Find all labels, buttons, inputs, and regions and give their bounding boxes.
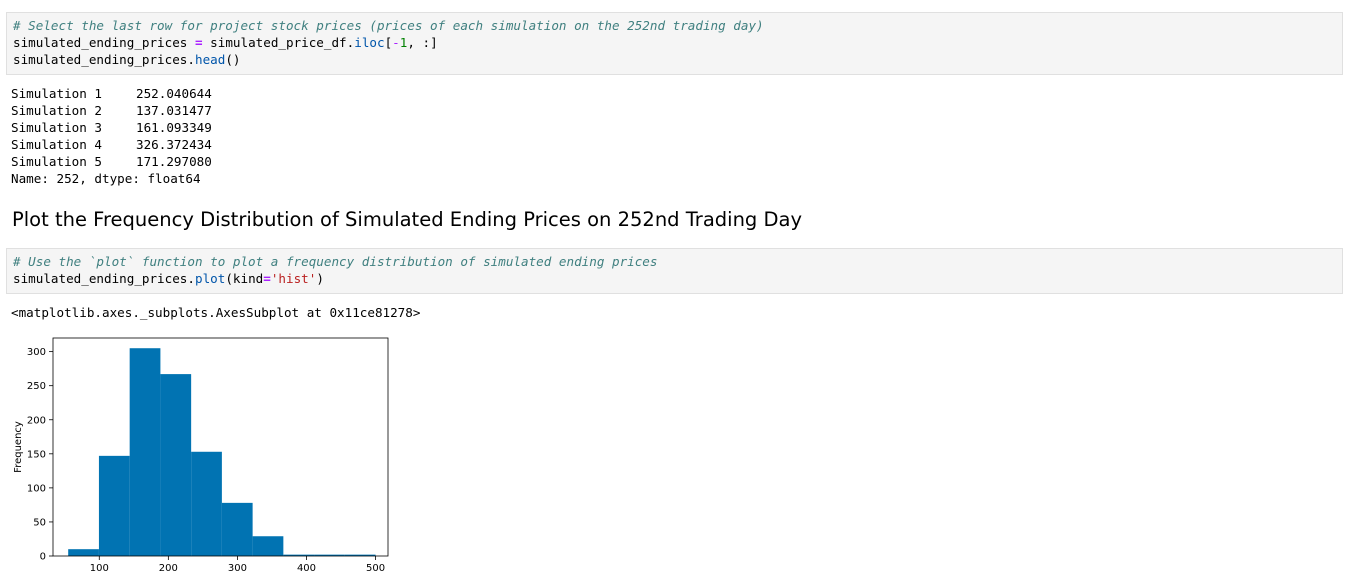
- code-line-assign: simulated_ending_prices = simulated_pric…: [13, 34, 1337, 51]
- series-row-label: Simulation 2: [11, 103, 102, 118]
- code-attribute: iloc: [354, 35, 385, 50]
- series-footer: Name: 252, dtype: float64: [11, 171, 201, 186]
- histogram-bar: [160, 374, 192, 556]
- histogram-bar: [129, 348, 161, 556]
- series-row-label: Simulation 3: [11, 120, 102, 135]
- x-tick-label: 200: [159, 563, 178, 574]
- code-token: simulated_price_df.: [202, 35, 355, 50]
- code-line-head: simulated_ending_prices.head(): [13, 51, 1337, 68]
- series-row-value: 252.040644: [136, 86, 212, 101]
- code-operator: =: [263, 271, 271, 286]
- series-row: Simulation 5 171.297080: [11, 153, 212, 170]
- series-row-value: 161.093349: [136, 120, 212, 135]
- series-row: Simulation 3 161.093349: [11, 119, 212, 136]
- code-token: ): [316, 271, 324, 286]
- cell-output-series: Simulation 1 252.040644 Simulation 2 137.03…: [11, 85, 212, 187]
- code-function: head: [194, 52, 226, 67]
- code-comment: # Use the `plot` function to plot a freq…: [13, 254, 658, 269]
- y-tick-label: 150: [27, 449, 46, 460]
- histogram-chart: 100 200 300 400 500 0 50 100 150 200 250 300 Frequen…: [6, 330, 401, 580]
- y-tick-label: 100: [27, 483, 46, 494]
- y-tick-label: 0: [40, 552, 46, 563]
- code-string: 'hist': [270, 271, 317, 286]
- code-token: simulated_ending_prices: [13, 35, 195, 50]
- code-token: simulated_ending_prices.: [13, 52, 195, 67]
- y-tick-label: 250: [27, 381, 46, 392]
- histogram-bar: [252, 536, 284, 556]
- histogram-svg: 100 200 300 400 500 0 50 100 150 200 250 300 Frequen…: [13, 337, 389, 574]
- series-row-label: Simulation 1: [11, 86, 102, 101]
- y-tick-label: 300: [27, 347, 46, 358]
- series-row-label: Simulation 4: [11, 137, 102, 152]
- x-tick-label: 500: [366, 563, 385, 574]
- code-token: , :]: [407, 35, 438, 50]
- series-row-value: 137.031477: [136, 103, 212, 118]
- series-row: Simulation 4 326.372434: [11, 136, 212, 153]
- code-comment: # Select the last row for project stock …: [13, 18, 764, 33]
- x-tick-label: 100: [90, 563, 109, 574]
- code-cell-select-last-row[interactable]: # Select the last row for project stock …: [6, 12, 1343, 75]
- histogram-bar: [98, 455, 130, 556]
- code-token: (): [225, 52, 241, 67]
- histogram-bar: [221, 502, 253, 556]
- y-tick-label: 200: [27, 415, 46, 426]
- code-operator: -: [392, 35, 400, 50]
- code-cell-plot-hist[interactable]: # Use the `plot` function to plot a freq…: [6, 248, 1343, 294]
- series-row-value: 326.372434: [136, 137, 212, 152]
- y-tick-label: 50: [33, 517, 46, 528]
- series-row-label: Simulation 5: [11, 154, 102, 169]
- code-token: simulated_ending_prices.: [13, 271, 195, 286]
- x-tick-label: 400: [297, 563, 316, 574]
- markdown-heading: Plot the Frequency Distribution of Simul…: [12, 208, 803, 231]
- histogram-bar: [191, 451, 222, 556]
- series-row: Simulation 1 252.040644: [11, 85, 212, 102]
- code-operator: =: [194, 35, 203, 50]
- code-token: (kind: [225, 271, 264, 286]
- series-row: Simulation 2 137.031477: [11, 102, 212, 119]
- x-tick-label: 300: [228, 563, 247, 574]
- series-row-value: 171.297080: [136, 154, 212, 169]
- histogram-bar: [68, 549, 99, 556]
- code-function: plot: [194, 271, 226, 286]
- y-axis-label: Frequency: [13, 421, 24, 473]
- cell-output-repr: <matplotlib.axes._subplots.AxesSubplot a…: [11, 305, 421, 320]
- code-line-plot: simulated_ending_prices.plot(kind='hist'…: [13, 270, 1337, 287]
